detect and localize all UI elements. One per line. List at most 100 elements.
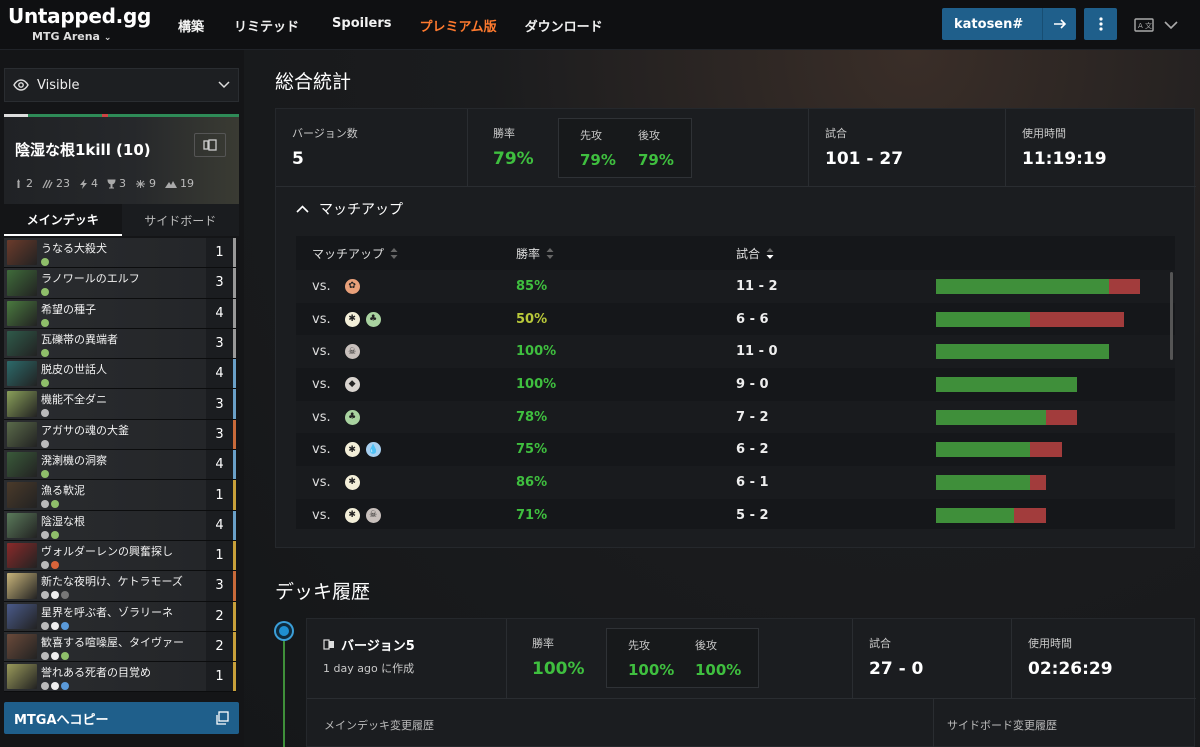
versions-value: 5 <box>292 149 304 169</box>
matchup-record: 6 - 6 <box>736 311 769 327</box>
game-selector[interactable]: MTG Arena ⌄ <box>8 30 158 43</box>
nav-link-constructed[interactable]: 構築 <box>178 16 204 35</box>
mana-symbol-icon <box>61 651 69 660</box>
mana-symbol-icon <box>51 682 59 691</box>
version-title[interactable]: バージョン5 <box>323 635 490 654</box>
game-name: MTG Arena <box>32 30 100 43</box>
card-art <box>7 633 37 660</box>
nav-link-spoilers[interactable]: Spoilers <box>332 16 391 35</box>
matchup-opponent: vs. ✱ ☠ <box>296 507 516 523</box>
card-info: うなる大殺犬 <box>41 238 206 267</box>
copy-to-mtga-button[interactable]: MTGAへコピー <box>4 702 239 734</box>
matchup-bar-cell <box>936 311 1175 327</box>
matchup-row[interactable]: vs. ✿ 85% 11 - 2 <box>296 270 1175 303</box>
mana-symbol-icon <box>41 682 49 691</box>
matchup-row[interactable]: vs. ✱ 💧 75% 6 - 2 <box>296 433 1175 466</box>
matchup-winrate: 50% <box>516 311 548 327</box>
card-mana-cost <box>41 439 206 448</box>
card-count: 3 <box>206 419 236 450</box>
sort-desc-icon <box>766 247 774 259</box>
tab-sideboard[interactable]: サイドボード <box>121 204 239 236</box>
matchup-bar-losses <box>1045 409 1078 425</box>
card-count: 1 <box>206 480 236 510</box>
matchup-row[interactable]: vs. ☠ 100% 11 - 0 <box>296 335 1175 369</box>
matchup-row[interactable]: vs. ♣ 78% 7 - 2 <box>296 400 1175 434</box>
version-matches-label: 試合 <box>869 637 891 650</box>
card-row[interactable]: 漁る軟泥 1 <box>4 480 236 511</box>
card-row[interactable]: 機能不全ダニ 3 <box>4 389 236 420</box>
card-row[interactable]: 希望の種子 4 <box>4 298 236 329</box>
nav-link-download[interactable]: ダウンロード <box>525 16 603 35</box>
site-logo[interactable]: Untapped.gg MTG Arena ⌄ <box>8 4 158 48</box>
card-count: 1 <box>206 540 236 571</box>
matchup-opponent: vs. ✿ <box>296 278 516 294</box>
card-mana-cost <box>41 288 206 297</box>
mana-symbol-icon <box>41 591 49 600</box>
col-header-matches[interactable]: 試合 <box>736 245 936 262</box>
matchup-row[interactable]: vs. ◆ 100% 9 - 0 <box>296 368 1175 401</box>
col-header-matchup[interactable]: マッチアップ <box>296 245 516 262</box>
matchup-row[interactable]: vs. ✱ ♣ 50% 6 - 6 <box>296 303 1175 336</box>
version-cell: バージョン5 1 day ago に作成 <box>307 619 507 698</box>
matchup-record: 11 - 2 <box>736 278 778 294</box>
history-timeline-dot[interactable] <box>276 623 292 639</box>
card-info: ラノワールのエルフ <box>41 268 206 297</box>
mana-symbol-icon <box>41 530 49 539</box>
deck-view-toggle-button[interactable] <box>194 133 226 157</box>
mana-symbol-icon <box>51 560 59 569</box>
changes-divider <box>933 699 934 747</box>
user-account-button[interactable]: katosen# <box>942 8 1076 40</box>
visibility-dropdown[interactable]: Visible <box>4 68 239 102</box>
matchup-opponent: vs. ✱ <box>296 474 516 490</box>
deck-tabs: メインデッキ サイドボード <box>4 204 239 236</box>
matchup-bar-cell <box>936 442 1175 458</box>
card-row[interactable]: アガサの魂の大釜 3 <box>4 419 236 451</box>
matchup-bar <box>936 311 1125 327</box>
card-row[interactable]: 星界を呼ぶ者、ゾラリーネ 2 <box>4 601 236 632</box>
history-timeline <box>283 630 285 747</box>
card-info: 星界を呼ぶ者、ゾラリーネ <box>41 602 206 631</box>
matchup-row[interactable]: vs. ✱ ☠ 71% 5 - 2 <box>296 499 1175 529</box>
card-row[interactable]: 新たな夜明け、ケトラモーズ 3 <box>4 571 236 602</box>
card-art <box>7 270 37 296</box>
top-nav: Untapped.gg MTG Arena ⌄ 構築 リミテッド Spoiler… <box>0 0 1200 50</box>
matchup-bar-losses <box>1030 474 1046 490</box>
matchup-row[interactable]: vs. ✱ 86% 6 - 1 <box>296 466 1175 499</box>
card-art <box>7 240 37 266</box>
language-selector[interactable]: A文 <box>1134 14 1182 36</box>
matchup-bar-cell <box>936 507 1175 523</box>
card-row[interactable]: ヴォルダーレンの興奮探し 1 <box>4 540 236 572</box>
matchup-bar-wins <box>936 442 1031 458</box>
card-row[interactable]: 溌溂機の洞察 4 <box>4 450 236 481</box>
svg-text:A: A <box>1138 22 1143 30</box>
matchup-bar-cell <box>936 376 1175 392</box>
card-art <box>7 391 37 417</box>
svg-text:文: 文 <box>1145 21 1152 30</box>
col-header-winrate[interactable]: 勝率 <box>516 245 736 262</box>
card-row[interactable]: 歓喜する喧噪屋、タイヴァー 2 <box>4 631 236 663</box>
username: katosen# <box>954 16 1024 32</box>
nav-link-limited[interactable]: リミテッド <box>234 16 299 35</box>
card-row[interactable]: 陰湿な根 4 <box>4 510 236 541</box>
card-row[interactable]: 瓦礫帯の異端者 3 <box>4 328 236 360</box>
matchup-record: 6 - 1 <box>736 474 769 490</box>
card-row[interactable]: ラノワールのエルフ 3 <box>4 268 236 299</box>
more-options-button[interactable] <box>1084 8 1117 40</box>
nav-link-premium[interactable]: プレミアム版 <box>420 16 497 35</box>
matchup-bar <box>936 409 1078 425</box>
tab-main-deck[interactable]: メインデッキ <box>4 204 122 236</box>
matchup-scrollbar[interactable] <box>1170 272 1173 360</box>
deck-progress-white <box>4 114 28 117</box>
matchup-bar-cell <box>936 409 1175 425</box>
mana-symbol-icon <box>41 348 49 357</box>
card-row[interactable]: 誉れある死者の目覚め 1 <box>4 662 236 693</box>
card-row[interactable]: 脱皮の世話人 4 <box>4 359 236 390</box>
card-row[interactable]: うなる大殺犬 1 <box>4 238 236 269</box>
card-count: 2 <box>206 631 236 662</box>
on-play-value: 79% <box>580 151 616 169</box>
matchup-toggle[interactable]: マッチアップ <box>296 199 403 219</box>
deck-type-stats: 2 23 4 3 9 19 <box>14 177 194 190</box>
arrow-right-icon[interactable] <box>1042 8 1076 40</box>
matchup-bar-losses <box>1014 507 1046 523</box>
mana-symbol-icon <box>41 258 49 266</box>
